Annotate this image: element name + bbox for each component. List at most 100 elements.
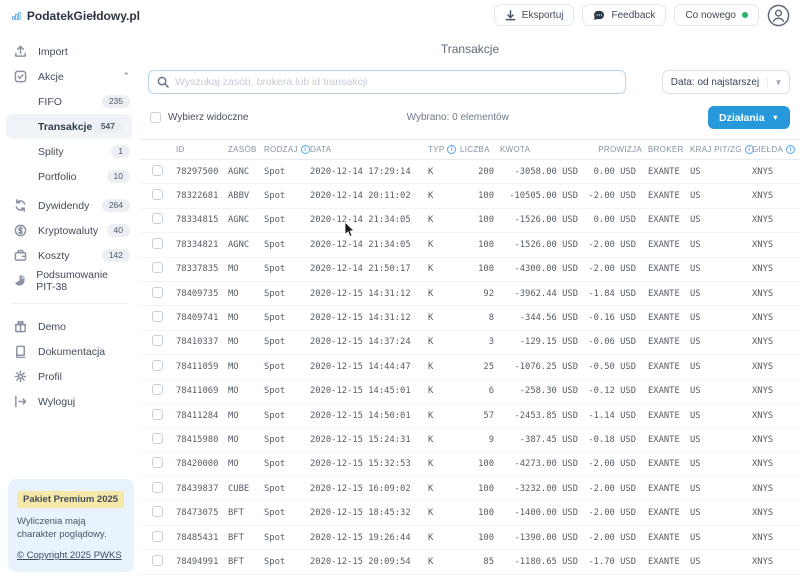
cell-prowizja: -2.00 USD [584, 484, 642, 494]
row-checkbox[interactable] [152, 287, 163, 298]
table-row[interactable]: 78439837 CUBE Spot 2020-12-15 16:09:02 K… [140, 477, 800, 501]
cell-broker: EXANTE [642, 411, 690, 421]
copyright-link[interactable]: © Copyright 2025 PWKS [17, 550, 122, 561]
sidebar-item-portfolio[interactable]: Portfolio 10 [0, 164, 140, 189]
info-icon[interactable]: i [447, 145, 456, 154]
table-row[interactable]: 78415980 MO Spot 2020-12-15 15:24:31 K 9… [140, 428, 800, 452]
actions-button[interactable]: Działania ▼ [708, 106, 790, 129]
row-checkbox[interactable] [152, 409, 163, 420]
col-header-typ[interactable]: TYPi [428, 145, 460, 154]
cell-id: 78409735 [176, 289, 228, 299]
cell-liczba: 25 [460, 362, 500, 372]
cell-gielda: XNYS [752, 386, 794, 396]
cell-id: 78297500 [176, 167, 228, 177]
table-row[interactable]: 78337835 MO Spot 2020-12-14 21:50:17 K 1… [140, 258, 800, 282]
cell-prowizja: 0.00 USD [584, 167, 642, 177]
col-header-kraj[interactable]: KRAJ PIT/ZGi [690, 145, 752, 154]
sidebar-item-import[interactable]: Import [0, 39, 140, 64]
sidebar-item-label: Portfolio [38, 171, 77, 183]
sidebar-item-pit38[interactable]: Podsumowanie PIT-38 [0, 268, 140, 293]
row-checkbox[interactable] [152, 189, 163, 200]
row-checkbox[interactable] [152, 360, 163, 371]
row-checkbox[interactable] [152, 555, 163, 566]
cell-kwota: -2453.85 USD [500, 411, 584, 421]
cell-gielda: XNYS [752, 191, 794, 201]
table-row[interactable]: 78334821 AGNC Spot 2020-12-14 21:34:05 K… [140, 233, 800, 257]
col-header-gielda[interactable]: GIEŁDAi [752, 145, 795, 154]
sidebar-item-profil[interactable]: Profil [0, 364, 140, 389]
cell-liczba: 100 [460, 459, 500, 469]
table-row[interactable]: 78410337 MO Spot 2020-12-15 14:37:24 K 3… [140, 331, 800, 355]
search-input[interactable] [175, 76, 617, 88]
sidebar-item-dokumentacja[interactable]: Dokumentacja [0, 339, 140, 364]
table-row[interactable]: 78420000 MO Spot 2020-12-15 15:32:53 K 1… [140, 453, 800, 477]
row-checkbox[interactable] [152, 482, 163, 493]
sidebar-item-splity[interactable]: Splity 1 [0, 139, 140, 164]
row-checkbox[interactable] [152, 506, 163, 517]
col-header-data[interactable]: DATA [310, 145, 428, 154]
row-checkbox[interactable] [152, 311, 163, 322]
row-checkbox[interactable] [152, 384, 163, 395]
cell-data: 2020-12-15 14:31:12 [310, 313, 428, 323]
col-header-zasob[interactable]: ZASÓB [228, 145, 264, 154]
sidebar-item-kryptowaluty[interactable]: Kryptowaluty 40 [0, 218, 140, 243]
row-checkbox[interactable] [152, 531, 163, 542]
sidebar-item-label: Podsumowanie PIT-38 [36, 269, 130, 293]
whats-new-button[interactable]: Co nowego [674, 4, 759, 26]
select-visible-checkbox[interactable] [150, 112, 161, 123]
cell-id: 78411284 [176, 411, 228, 421]
table-row[interactable]: 78322681 ABBV Spot 2020-12-14 20:11:02 K… [140, 184, 800, 208]
cell-data: 2020-12-15 15:24:31 [310, 435, 428, 445]
avatar[interactable] [767, 4, 790, 27]
brand-logo[interactable]: PodatekGiełdowy.pl [0, 0, 140, 23]
count-badge: 142 [102, 249, 130, 262]
col-header-liczba[interactable]: LICZBA [460, 145, 500, 154]
table-row[interactable]: 78334815 AGNC Spot 2020-12-14 21:34:05 K… [140, 209, 800, 233]
sidebar-item-fifo[interactable]: FIFO 235 [0, 89, 140, 114]
table-row[interactable]: 78411059 MO Spot 2020-12-15 14:44:47 K 2… [140, 355, 800, 379]
col-header-broker[interactable]: BROKER [642, 145, 690, 154]
sidebar-item-wyloguj[interactable]: Wyloguj [0, 389, 140, 414]
cell-rodzaj: Spot [264, 557, 310, 567]
info-icon[interactable]: i [786, 145, 795, 154]
table-row[interactable]: 78409741 MO Spot 2020-12-15 14:31:12 K 8… [140, 306, 800, 330]
feedback-label: Feedback [611, 10, 655, 21]
cell-rodzaj: Spot [264, 337, 310, 347]
row-checkbox[interactable] [152, 457, 163, 468]
count-badge: 1 [111, 145, 130, 158]
col-header-rodzaj[interactable]: RODZAJi [264, 145, 310, 154]
cell-typ: K [428, 386, 460, 396]
sidebar-item-transakcje[interactable]: Transakcje 547 [6, 114, 132, 139]
sort-dropdown[interactable]: Data: od najstarszej ▼ [662, 70, 790, 94]
sidebar-item-akcje[interactable]: Akcje ⌃ [0, 64, 140, 89]
cell-data: 2020-12-15 19:26:44 [310, 533, 428, 543]
chevron-up-icon[interactable]: ⌃ [122, 71, 130, 82]
cell-zasob: BFT [228, 508, 264, 518]
table-row[interactable]: 78409735 MO Spot 2020-12-15 14:31:12 K 9… [140, 282, 800, 306]
table-row[interactable]: 78494991 BFT Spot 2020-12-15 20:09:54 K … [140, 550, 800, 574]
row-checkbox[interactable] [152, 433, 163, 444]
cell-data: 2020-12-14 20:11:02 [310, 191, 428, 201]
table-row[interactable]: 78473075 BFT Spot 2020-12-15 18:45:32 K … [140, 501, 800, 525]
col-header-id[interactable]: ID [176, 145, 228, 154]
table-row[interactable]: 78297500 AGNC Spot 2020-12-14 17:29:14 K… [140, 160, 800, 184]
row-checkbox[interactable] [152, 262, 163, 273]
cell-kwota: -387.45 USD [500, 435, 584, 445]
sidebar-item-dywidendy[interactable]: Dywidendy 264 [0, 193, 140, 218]
col-header-prowizja[interactable]: PROWIZJA [584, 145, 642, 154]
row-checkbox[interactable] [152, 238, 163, 249]
table-row[interactable]: 78485431 BFT Spot 2020-12-15 19:26:44 K … [140, 526, 800, 550]
cell-rodzaj: Spot [264, 386, 310, 396]
row-checkbox[interactable] [152, 335, 163, 346]
info-icon[interactable]: i [301, 145, 310, 154]
row-checkbox[interactable] [152, 165, 163, 176]
row-checkbox[interactable] [152, 213, 163, 224]
export-button[interactable]: Eksportuj [494, 4, 575, 26]
table-row[interactable]: 78411069 MO Spot 2020-12-15 14:45:01 K 6… [140, 380, 800, 404]
col-header-kwota[interactable]: KWOTA [500, 145, 584, 154]
sidebar-item-koszty[interactable]: Koszty 142 [0, 243, 140, 268]
table-row[interactable]: 78411284 MO Spot 2020-12-15 14:50:01 K 5… [140, 404, 800, 428]
feedback-button[interactable]: Feedback [582, 4, 666, 26]
sidebar-item-demo[interactable]: Demo [0, 314, 140, 339]
cell-prowizja: -0.16 USD [584, 313, 642, 323]
